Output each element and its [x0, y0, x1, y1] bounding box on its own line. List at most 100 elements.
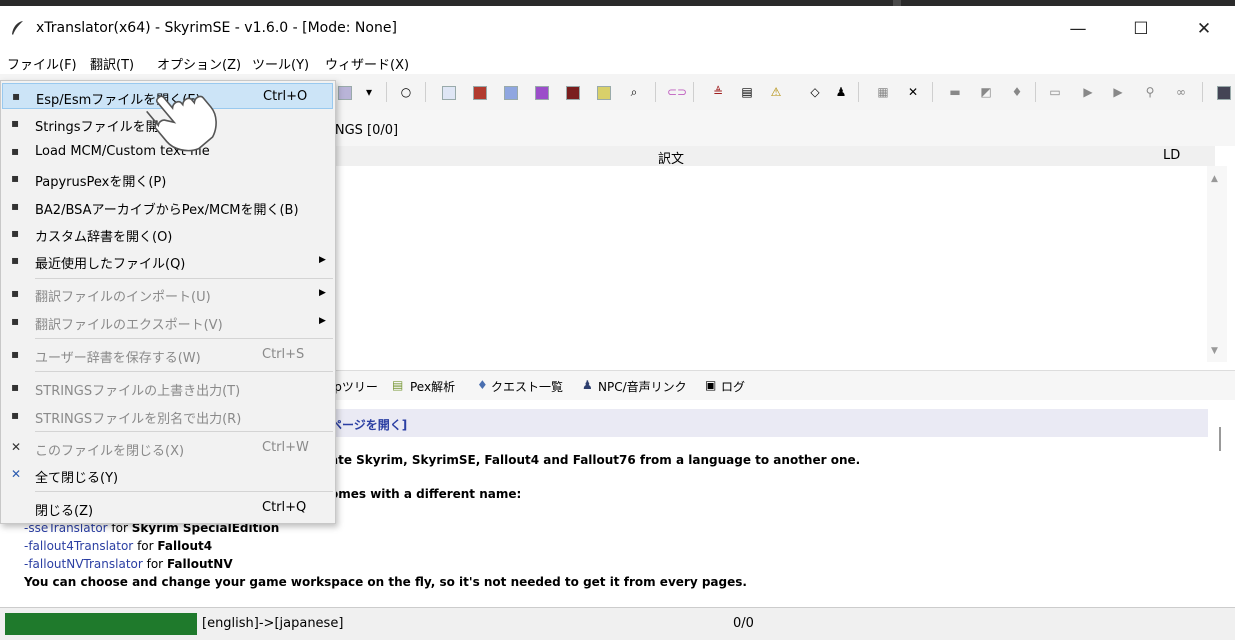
menu-open-dict[interactable]: ▪ カスタム辞書を開く(O): [2, 221, 333, 247]
workspace-line: You can choose and change your game work…: [24, 575, 747, 589]
color-filter-icon[interactable]: [338, 86, 352, 100]
minimize-button[interactable]: —: [1055, 14, 1101, 44]
speech-bubble-icon[interactable]: ◇: [806, 83, 824, 101]
fnv-line: -falloutNVTranslator for FalloutNV: [24, 557, 233, 571]
yellow-filter-icon[interactable]: [597, 86, 611, 100]
delete-icon[interactable]: ✕: [904, 83, 922, 101]
menu-translate[interactable]: 翻訳(T): [90, 54, 134, 73]
menu-label: STRINGSファイルの上書き出力(T): [35, 384, 241, 399]
menu-open-pex[interactable]: ▪ PapyrusPexを開く(P): [2, 166, 333, 192]
blue-filter-icon[interactable]: [504, 86, 518, 100]
string-count: 0/0: [733, 616, 754, 631]
close-all-icon: ✕: [11, 467, 22, 481]
npc-icon: ♟: [582, 378, 593, 392]
file-icon: ▪: [11, 116, 20, 130]
export-icon[interactable]: ▶: [1079, 83, 1097, 101]
language-pair: [english]->[japanese]: [202, 616, 344, 631]
chevron-down-icon[interactable]: ▾: [360, 83, 378, 101]
menu-save-dict[interactable]: ▪ ユーザー辞書を保存する(W) Ctrl+S: [2, 342, 333, 368]
window-title: xTranslator(x64) - SkyrimSE - v1.6.0 - […: [36, 20, 397, 36]
game-name: Fallout4: [157, 539, 213, 553]
feather-pen-icon: [12, 21, 23, 35]
scroll-up-icon[interactable]: ▲: [1211, 174, 1218, 184]
progress-bar: [5, 613, 197, 635]
scroll-thumb[interactable]: [1219, 427, 1221, 451]
toolbar-separator: [693, 82, 694, 102]
menu-overwrite-strings[interactable]: ▪ STRINGSファイルの上書き出力(T): [2, 375, 333, 401]
menu-shortcut: Ctrl+O: [263, 89, 308, 104]
search-icon[interactable]: ⌕: [625, 83, 643, 101]
pex-icon: ▤: [392, 378, 404, 392]
batch-icon[interactable]: ▭: [1046, 83, 1064, 101]
save-icon[interactable]: ▬: [946, 83, 964, 101]
menu-close-all[interactable]: ✕ 全て閉じる(Y): [2, 462, 333, 488]
export2-icon[interactable]: ▶: [1109, 83, 1127, 101]
column-ld[interactable]: LD: [1163, 148, 1180, 163]
toolbar-separator: [1035, 82, 1036, 102]
save-as-icon[interactable]: ◩: [977, 83, 995, 101]
red-filter-icon[interactable]: [473, 86, 487, 100]
menu-label: 閉じる(Z): [35, 504, 94, 519]
status-bar: [english]->[japanese] 0/0: [0, 607, 1235, 640]
names-line: omes with a different name:: [330, 487, 522, 501]
user-search-icon[interactable]: ⚲: [1141, 83, 1159, 101]
export-icon: ▪: [11, 314, 20, 328]
menu-wizard[interactable]: ウィザード(X): [325, 54, 409, 73]
circle-icon[interactable]: ○: [397, 83, 415, 101]
toolbar-separator: [1202, 82, 1203, 102]
link-icon[interactable]: ∞: [1172, 83, 1190, 101]
file-icon: ▪: [11, 253, 20, 267]
bracket-icon[interactable]: ⊂⊃: [667, 83, 687, 101]
menu-close-file[interactable]: ✕ このファイルを閉じる(X) Ctrl+W: [2, 435, 333, 461]
panel-icon[interactable]: [1217, 86, 1231, 100]
save-icon: ▪: [11, 380, 20, 394]
save-as-icon: ▪: [11, 408, 20, 422]
menu-label: 全て閉じる(Y): [35, 471, 119, 486]
menu-open-ba2[interactable]: ▪ BA2/BSAアーカイブからPex/MCMを開く(B): [2, 194, 333, 220]
tab-quest-list[interactable]: クエスト一覧: [491, 378, 563, 395]
menu-import[interactable]: ▪ 翻訳ファイルのインポート(U) ▶: [2, 281, 333, 307]
menu-saveas-strings[interactable]: ▪ STRINGSファイルを別名で出力(R): [2, 403, 333, 429]
fallout4-translator-link[interactable]: -fallout4Translator: [24, 539, 133, 553]
pin-icon[interactable]: ♦: [1008, 83, 1026, 101]
darkred-filter-icon[interactable]: [566, 86, 580, 100]
person-icon[interactable]: ♟: [832, 83, 850, 101]
open-page-link[interactable]: ページを開く]: [330, 416, 407, 433]
menu-tools[interactable]: ツール(Y): [252, 54, 309, 73]
menu-recent-files[interactable]: ▪ 最近使用したファイル(Q) ▶: [2, 248, 333, 274]
menu-options[interactable]: オプション(Z): [157, 54, 241, 73]
tab-pex-analysis[interactable]: Pex解析: [410, 378, 455, 395]
menu-export[interactable]: ▪ 翻訳ファイルのエクスポート(V) ▶: [2, 309, 333, 335]
maximize-button[interactable]: ☐: [1118, 14, 1164, 44]
submenu-arrow-icon: ▶: [319, 255, 326, 265]
for-text: for: [142, 557, 167, 571]
dictionary-icon[interactable]: ≜: [709, 83, 727, 101]
warning-icon[interactable]: ⚠: [767, 83, 785, 101]
grid-icon[interactable]: ▦: [874, 83, 892, 101]
menu-label: BA2/BSAアーカイブからPex/MCMを開く(B): [35, 203, 299, 218]
info-scrollbar[interactable]: [1207, 405, 1227, 601]
menu-separator: [35, 371, 333, 372]
menu-separator: [35, 278, 333, 279]
falloutnv-translator-link[interactable]: -falloutNVTranslator: [24, 557, 143, 571]
scroll-down-icon[interactable]: ▼: [1211, 346, 1218, 356]
purple-filter-icon[interactable]: [535, 86, 549, 100]
toolbar-separator: [386, 82, 387, 102]
column-translation[interactable]: 訳文: [658, 148, 684, 167]
menu-exit[interactable]: 閉じる(Z) Ctrl+Q: [2, 495, 333, 521]
menu-file[interactable]: ファイル(F): [7, 54, 77, 73]
menu-shortcut: Ctrl+S: [262, 347, 305, 362]
title-bar: xTranslator(x64) - SkyrimSE - v1.6.0 - […: [0, 6, 1235, 50]
import-icon: ▪: [11, 286, 20, 300]
tab-log[interactable]: ログ: [721, 378, 745, 395]
toolbar-separator: [425, 82, 426, 102]
menu-bar: ファイル(F) 翻訳(T) オプション(Z) ツール(Y) ウィザード(X): [0, 50, 1235, 74]
close-window-button[interactable]: ✕: [1181, 14, 1227, 44]
table-icon[interactable]: ▤: [738, 83, 756, 101]
grid-scrollbar[interactable]: ▲ ▼: [1207, 166, 1227, 362]
submenu-arrow-icon: ▶: [319, 316, 326, 326]
tab-npc-voice-link[interactable]: NPC/音声リンク: [598, 378, 687, 395]
log-icon: ▣: [705, 378, 717, 392]
list-filter-icon[interactable]: [442, 86, 456, 100]
menu-separator: [35, 491, 333, 492]
